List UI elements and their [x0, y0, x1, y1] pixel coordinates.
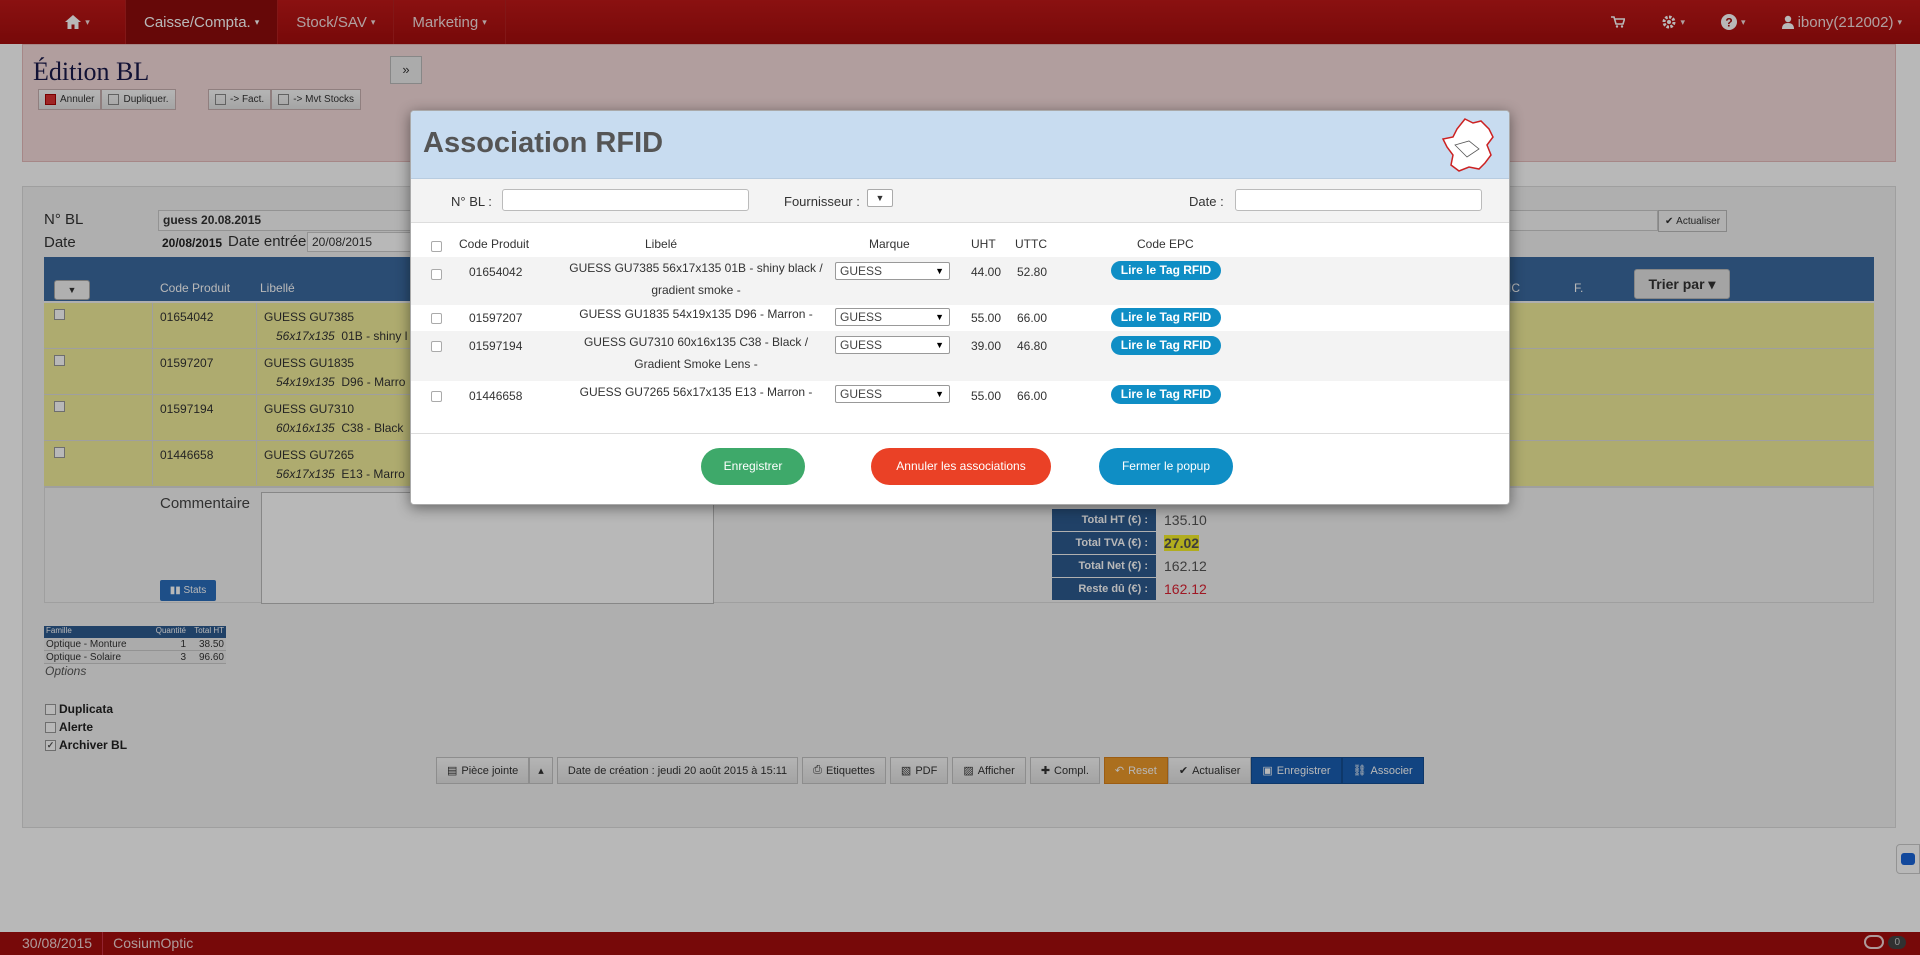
- row-uttc: 46.80: [1017, 339, 1048, 353]
- brand-select[interactable]: GUESS ▼: [835, 308, 950, 326]
- brand-value: GUESS: [840, 338, 883, 352]
- row-uht: 55.00: [971, 311, 1002, 325]
- col-marque: Marque: [869, 237, 910, 251]
- read-rfid-tag-button[interactable]: Lire le Tag RFID: [1111, 385, 1221, 404]
- filter-bl-input[interactable]: [502, 189, 749, 211]
- cancel-associations-button[interactable]: Annuler les associations: [871, 448, 1051, 485]
- modal-title: Association RFID: [423, 127, 664, 159]
- brand-select[interactable]: GUESS ▼: [835, 385, 950, 403]
- dropdown-arrow-icon: ▼: [935, 312, 944, 322]
- close-popup-button[interactable]: Fermer le popup: [1099, 448, 1233, 485]
- dropdown-arrow-icon: ▼: [935, 340, 944, 350]
- row-uht: 39.00: [971, 339, 1002, 353]
- dropdown-arrow-icon: ▼: [935, 266, 944, 276]
- read-rfid-tag-button[interactable]: Lire le Tag RFID: [1111, 336, 1221, 355]
- row-code: 01446658: [469, 389, 523, 403]
- brand-value: GUESS: [840, 387, 883, 401]
- rfid-row: 01654042 GUESS GU7385 56x17x135 01B - sh…: [411, 257, 1509, 305]
- dropdown-arrow-icon: ▼: [935, 389, 944, 399]
- select-all-checkbox[interactable]: [431, 241, 442, 252]
- col-code-produit: Code Produit: [459, 237, 530, 251]
- brand-select[interactable]: GUESS ▼: [835, 336, 950, 354]
- rfid-row: 01597207 GUESS GU1835 54x19x135 D96 - Ma…: [411, 305, 1509, 331]
- col-uht: UHT: [971, 237, 996, 251]
- row-libele: GUESS GU7385 56x17x135 01B - shiny black…: [569, 261, 823, 297]
- filter-date-input[interactable]: [1235, 189, 1482, 211]
- rfid-association-modal: Association RFID N° BL : Fournisseur : ▼…: [410, 110, 1510, 505]
- row-code: 01597207: [469, 311, 523, 325]
- row-uttc: 66.00: [1017, 389, 1048, 403]
- row-checkbox[interactable]: [431, 391, 442, 402]
- row-checkbox[interactable]: [431, 313, 442, 324]
- france-map-icon: [1441, 118, 1494, 172]
- read-rfid-tag-button[interactable]: Lire le Tag RFID: [1111, 308, 1221, 327]
- read-rfid-tag-button[interactable]: Lire le Tag RFID: [1111, 261, 1221, 280]
- row-uttc: 66.00: [1017, 311, 1048, 325]
- row-code: 01654042: [469, 265, 523, 279]
- row-libele: GUESS GU7265 56x17x135 E13 - Marron -: [579, 385, 813, 399]
- col-libele: Libelé: [645, 237, 678, 251]
- col-uttc: UTTC: [1015, 237, 1047, 251]
- col-code-epc: Code EPC: [1137, 237, 1194, 251]
- brand-value: GUESS: [840, 310, 883, 324]
- fournisseur-select[interactable]: ▼: [867, 189, 893, 207]
- row-uht: 55.00: [971, 389, 1002, 403]
- modal-footer: Enregistrer Annuler les associations Fer…: [411, 433, 1509, 504]
- modal-filters: N° BL : Fournisseur : ▼ Date :: [411, 179, 1509, 223]
- rfid-row: 01446658 GUESS GU7265 56x17x135 E13 - Ma…: [411, 381, 1509, 411]
- filter-fournisseur-label: Fournisseur :: [784, 194, 860, 209]
- row-uht: 44.00: [971, 265, 1002, 279]
- rfid-row: 01597194 GUESS GU7310 60x16x135 C38 - Bl…: [411, 331, 1509, 381]
- row-uttc: 52.80: [1017, 265, 1048, 279]
- modal-header: Association RFID: [411, 111, 1509, 179]
- brand-value: GUESS: [840, 264, 883, 278]
- filter-date-label: Date :: [1189, 194, 1224, 209]
- row-libele: GUESS GU7310 60x16x135 C38 - Black / Gra…: [583, 335, 809, 371]
- filter-bl-label: N° BL :: [451, 194, 492, 209]
- row-checkbox[interactable]: [431, 341, 442, 352]
- row-checkbox[interactable]: [431, 269, 442, 280]
- row-code: 01597194: [469, 339, 523, 353]
- brand-select[interactable]: GUESS ▼: [835, 262, 950, 280]
- modal-save-button[interactable]: Enregistrer: [701, 448, 805, 485]
- row-libele: GUESS GU1835 54x19x135 D96 - Marron -: [579, 307, 813, 321]
